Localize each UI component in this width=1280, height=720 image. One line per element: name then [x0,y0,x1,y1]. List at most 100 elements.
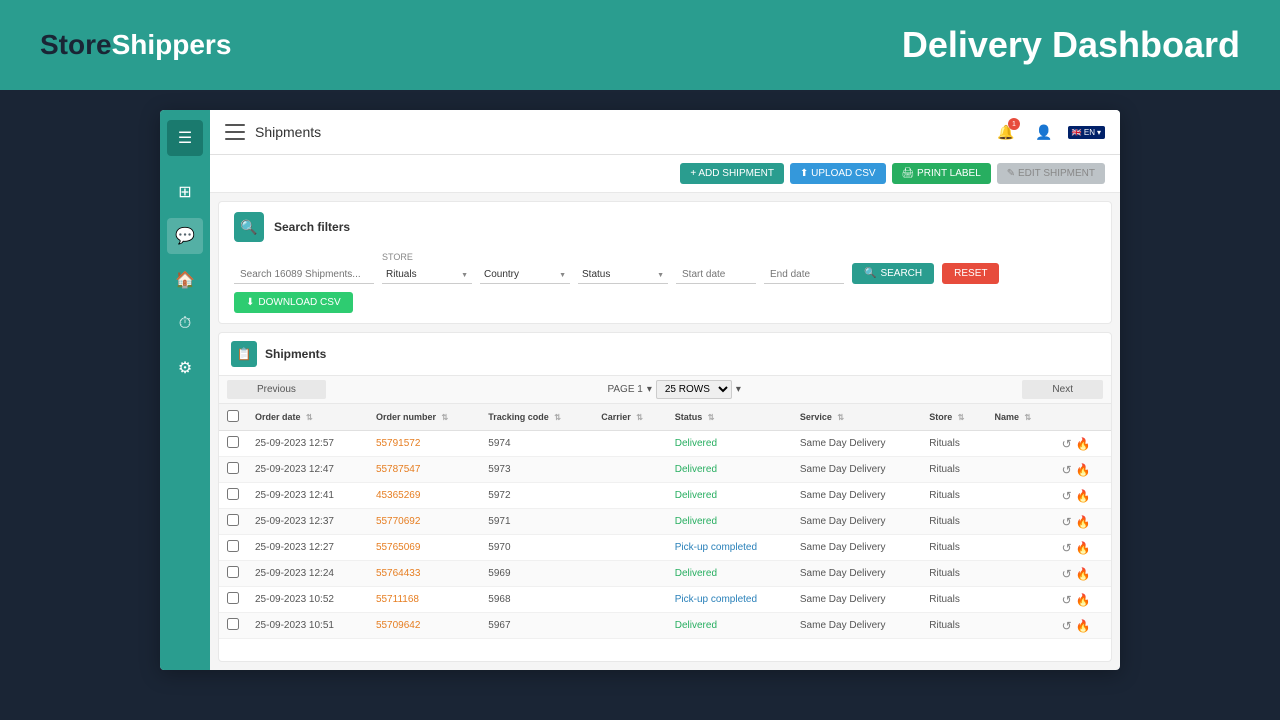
row-order-number-2[interactable]: 45365269 [368,483,480,509]
row-checkbox-0[interactable] [219,431,247,457]
row-checkbox-2[interactable] [219,483,247,509]
col-name: Name ⇅ [986,404,1053,431]
route-icon-5[interactable]: ↺ [1062,567,1072,581]
select-all-header[interactable] [219,404,247,431]
search-icon: 🔍 [864,268,876,279]
row-order-number-3[interactable]: 55770692 [368,509,480,535]
row-status-5: Delivered [667,561,792,587]
notifications-icon[interactable]: 🔔 1 [992,118,1020,146]
sidebar-icon-settings[interactable]: ⚙ [167,350,203,386]
row-order-number-5[interactable]: 55764433 [368,561,480,587]
fire-icon-4[interactable]: 🔥 [1076,541,1091,555]
rows-select[interactable]: 25 ROWS [656,380,732,399]
store-filter-group: Store Rituals [382,252,472,284]
row-store-7: Rituals [921,613,986,639]
route-icon-6[interactable]: ↺ [1062,593,1072,607]
row-carrier-5 [593,561,667,587]
fire-icon-1[interactable]: 🔥 [1076,463,1091,477]
route-icon-0[interactable]: ↺ [1062,437,1072,451]
rows-dropdown-icon: ▾ [736,384,741,395]
edit-shipment-button[interactable]: ✎ EDIT SHIPMENT [997,163,1105,184]
header: StoreShippers Delivery Dashboard [0,0,1280,90]
row-checkbox-3[interactable] [219,509,247,535]
route-icon-1[interactable]: ↺ [1062,463,1072,477]
row-actions-5: ↺ 🔥 [1054,561,1111,587]
row-store-0: Rituals [921,431,986,457]
store-select[interactable]: Rituals [382,266,472,284]
search-button[interactable]: 🔍 SEARCH [852,263,934,284]
fire-icon-6[interactable]: 🔥 [1076,593,1091,607]
status-select[interactable]: Status [578,266,668,284]
fire-icon-0[interactable]: 🔥 [1076,437,1091,451]
row-order-number-4[interactable]: 55765069 [368,535,480,561]
user-icon[interactable]: 👤 [1030,118,1058,146]
table-row: 25-09-2023 12:57 55791572 5974 Delivered… [219,431,1111,457]
sidebar-icon-clock[interactable]: ⏱ [167,306,203,342]
row-checkbox-1[interactable] [219,457,247,483]
previous-button[interactable]: Previous [227,380,326,399]
reset-button[interactable]: RESET [942,263,999,284]
table-row: 25-09-2023 10:51 55709642 5967 Delivered… [219,613,1111,639]
row-tracking-3: 5971 [480,509,593,535]
sidebar-icon-chat[interactable]: 💬 [167,218,203,254]
language-selector[interactable]: 🇬🇧 EN ▾ [1068,126,1105,139]
filter-title: Search filters [274,220,350,234]
end-date-input[interactable] [764,266,844,284]
country-select[interactable]: Country [480,266,570,284]
row-order-number-0[interactable]: 55791572 [368,431,480,457]
route-icon-3[interactable]: ↺ [1062,515,1072,529]
row-date-7: 25-09-2023 10:51 [247,613,368,639]
search-input[interactable] [234,266,374,284]
filter-section: 🔍 Search filters Store Rituals [218,201,1112,324]
col-actions [1054,404,1111,431]
fire-icon-2[interactable]: 🔥 [1076,489,1091,503]
download-icon: ⬇ [246,297,254,308]
fire-icon-5[interactable]: 🔥 [1076,567,1091,581]
row-order-number-1[interactable]: 55787547 [368,457,480,483]
table-head: Order date ⇅ Order number ⇅ Tracking cod… [219,404,1111,431]
row-checkbox-4[interactable] [219,535,247,561]
action-bar: + ADD SHIPMENT ⬆ UPLOAD CSV 🖨 PRINT LABE… [210,155,1120,193]
table-row: 25-09-2023 12:37 55770692 5971 Delivered… [219,509,1111,535]
row-date-3: 25-09-2023 12:37 [247,509,368,535]
hamburger-icon[interactable] [225,124,245,140]
row-order-number-6[interactable]: 55711168 [368,587,480,613]
row-carrier-1 [593,457,667,483]
download-csv-button[interactable]: ⬇ DOWNLOAD CSV [234,292,353,313]
page-info: PAGE 1 ▾ 25 ROWS ▾ [607,380,740,399]
next-button[interactable]: Next [1022,380,1103,399]
row-actions-4: ↺ 🔥 [1054,535,1111,561]
app-window: ☰ ⊞ 💬 🏠 ⏱ ⚙ Shipments 🔔 1 [160,110,1120,670]
row-service-1: Same Day Delivery [792,457,921,483]
upload-csv-button[interactable]: ⬆ UPLOAD CSV [790,163,886,184]
search-filter-group [234,266,374,284]
col-status: Status ⇅ [667,404,792,431]
col-order-number: Order number ⇅ [368,404,480,431]
topbar: Shipments 🔔 1 👤 🇬🇧 EN ▾ [210,110,1120,155]
row-checkbox-5[interactable] [219,561,247,587]
sidebar-icon-menu[interactable]: ☰ [167,120,203,156]
logo: StoreShippers [40,29,231,61]
row-store-1: Rituals [921,457,986,483]
page-label: PAGE 1 [607,384,642,395]
row-service-3: Same Day Delivery [792,509,921,535]
col-service: Service ⇅ [792,404,921,431]
row-actions-1: ↺ 🔥 [1054,457,1111,483]
row-status-2: Delivered [667,483,792,509]
print-label-button[interactable]: 🖨 PRINT LABEL [892,163,991,184]
page-dropdown-icon: ▾ [647,384,652,395]
row-order-number-7[interactable]: 55709642 [368,613,480,639]
sidebar-icon-grid[interactable]: ⊞ [167,174,203,210]
fire-icon-3[interactable]: 🔥 [1076,515,1091,529]
route-icon-4[interactable]: ↺ [1062,541,1072,555]
fire-icon-7[interactable]: 🔥 [1076,619,1091,633]
sidebar-icon-home[interactable]: 🏠 [167,262,203,298]
add-shipment-button[interactable]: + ADD SHIPMENT [680,163,784,184]
row-tracking-6: 5968 [480,587,593,613]
table-row: 25-09-2023 12:41 45365269 5972 Delivered… [219,483,1111,509]
row-checkbox-7[interactable] [219,613,247,639]
route-icon-7[interactable]: ↺ [1062,619,1072,633]
start-date-input[interactable] [676,266,756,284]
row-checkbox-6[interactable] [219,587,247,613]
route-icon-2[interactable]: ↺ [1062,489,1072,503]
